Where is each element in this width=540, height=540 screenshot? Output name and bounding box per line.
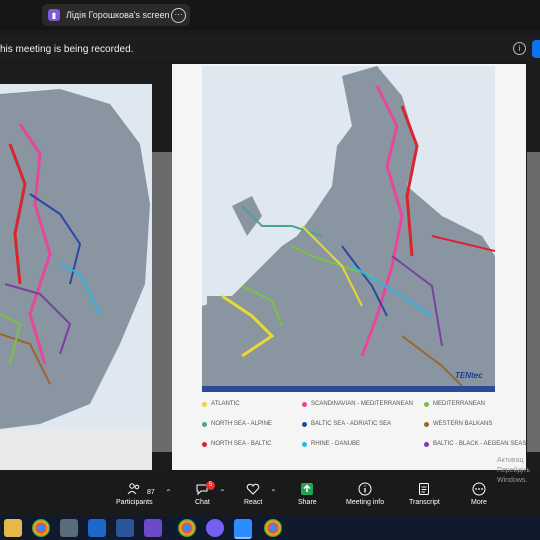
tentec-logo-prefix: TEN bbox=[455, 371, 471, 380]
legend-label: SCANDINAVIAN - MEDITERRANEAN bbox=[311, 401, 413, 407]
legend-item: NORTH SEA - ALPINE bbox=[202, 421, 272, 427]
chat-badge: 5 bbox=[206, 481, 215, 490]
legend-label: ATLANTIC bbox=[211, 401, 240, 407]
calculator-icon[interactable] bbox=[60, 519, 78, 537]
recording-banner-text: his meeting is being recorded. bbox=[0, 43, 134, 55]
info-icon[interactable]: i bbox=[513, 42, 526, 55]
legend-item: BALTIC - BLACK - AEGEAN SEAS bbox=[424, 441, 526, 447]
chrome-icon[interactable] bbox=[32, 519, 50, 537]
participants-icon bbox=[127, 483, 140, 495]
right-page-edge bbox=[527, 152, 540, 452]
legend-color-dot bbox=[302, 441, 307, 447]
legend-item: RHINE - DANUBE bbox=[302, 441, 360, 447]
activation-line-1: Активац bbox=[497, 457, 524, 464]
left-map-image bbox=[0, 84, 152, 429]
more-button[interactable]: More bbox=[471, 482, 487, 506]
window-title-bar: ▮ Лідія Горошкова's screen ⋯ bbox=[0, 0, 540, 30]
zoom-icon[interactable] bbox=[234, 519, 252, 539]
transcript-icon bbox=[419, 483, 430, 495]
legend-color-dot bbox=[202, 401, 207, 407]
viber-icon[interactable] bbox=[206, 519, 224, 537]
legend-label: NORTH SEA - ALPINE bbox=[211, 421, 272, 427]
windows-taskbar bbox=[0, 516, 540, 540]
participants-chevron-up-icon[interactable]: ⌃ bbox=[165, 488, 172, 497]
transcript-label: Transcript bbox=[409, 499, 440, 506]
more-label: More bbox=[471, 499, 487, 506]
recording-banner: his meeting is being recorded. i bbox=[0, 36, 540, 62]
left-document-page bbox=[0, 84, 152, 470]
legend-color-dot bbox=[202, 421, 207, 427]
ten-t-corridors-map bbox=[202, 66, 495, 386]
share-label: Share bbox=[298, 499, 317, 506]
react-button[interactable]: React bbox=[244, 482, 262, 506]
activation-line-3: Windows. bbox=[497, 477, 528, 484]
legend-color-dot bbox=[202, 441, 207, 447]
corridor-legend: ATLANTIC SCANDINAVIAN - MEDITERRANEAN MEDI… bbox=[202, 401, 526, 461]
screen-share-tab-label: Лідія Горошкова's screen bbox=[66, 10, 170, 20]
legend-color-dot bbox=[424, 401, 429, 407]
shared-screen-content: TENtec ATLANTIC SCANDINAVIAN - MEDITERRAN… bbox=[0, 64, 540, 470]
mail-icon[interactable] bbox=[88, 519, 106, 537]
tentec-logo-suffix: tec bbox=[471, 371, 483, 380]
share-button[interactable]: Share bbox=[298, 482, 317, 506]
chrome-window-icon[interactable] bbox=[264, 519, 282, 537]
participants-count: 87 bbox=[147, 489, 155, 496]
legend-color-dot bbox=[424, 421, 429, 427]
meeting-info-label: Meeting info bbox=[346, 499, 385, 506]
tentec-logo: TENtec bbox=[455, 371, 483, 380]
windows-activation-watermark: Активац Перейдіть Windows. bbox=[497, 456, 530, 486]
file-explorer-icon[interactable] bbox=[4, 519, 22, 537]
participants-label: Participants bbox=[116, 499, 153, 506]
more-options-icon[interactable]: ⋯ bbox=[171, 8, 186, 23]
activation-line-2: Перейдіть bbox=[497, 467, 531, 474]
left-page-edge bbox=[152, 152, 172, 452]
transcript-button[interactable]: Transcript bbox=[409, 482, 440, 506]
legend-label: RHINE - DANUBE bbox=[311, 441, 361, 447]
meeting-info-button[interactable]: Meeting info bbox=[346, 482, 384, 506]
chrome-profile-icon[interactable] bbox=[178, 519, 196, 537]
heart-icon bbox=[246, 483, 260, 495]
legend-item: SCANDINAVIAN - MEDITERRANEAN bbox=[302, 401, 413, 407]
share-screen-icon: ▮ bbox=[48, 9, 60, 21]
legend-color-dot bbox=[424, 441, 429, 447]
share-up-arrow-icon bbox=[301, 483, 314, 495]
banner-action-button[interactable] bbox=[532, 40, 540, 58]
meeting-toolbar: Participants 87 ⌃ Chat 5 ⌃ React ⌃ Share… bbox=[0, 480, 540, 516]
legend-label: MEDITERRANEAN bbox=[433, 401, 486, 407]
react-chevron-up-icon[interactable]: ⌃ bbox=[270, 488, 277, 497]
info-circle-icon bbox=[358, 482, 372, 496]
more-icon bbox=[472, 482, 486, 496]
react-label: React bbox=[244, 499, 263, 506]
main-document-page: TENtec ATLANTIC SCANDINAVIAN - MEDITERRAN… bbox=[172, 64, 526, 470]
legend-label: NORTH SEA - BALTIC bbox=[211, 441, 272, 447]
app-icon[interactable] bbox=[144, 519, 162, 537]
word-icon[interactable] bbox=[116, 519, 134, 537]
legend-label: WESTERN BALKANS bbox=[433, 421, 493, 427]
chat-label: Chat bbox=[195, 499, 210, 506]
legend-color-dot bbox=[302, 421, 307, 427]
legend-item: WESTERN BALKANS bbox=[424, 421, 492, 427]
chat-chevron-up-icon[interactable]: ⌃ bbox=[219, 488, 226, 497]
legend-item: NORTH SEA - BALTIC bbox=[202, 441, 271, 447]
legend-label: BALTIC SEA - ADRIATIC SEA bbox=[311, 421, 392, 427]
legend-color-dot bbox=[302, 401, 307, 407]
screen-share-tab[interactable]: ▮ Лідія Горошкова's screen ⋯ bbox=[42, 4, 190, 26]
legend-item: ATLANTIC bbox=[202, 401, 240, 407]
map-footer-bar bbox=[202, 386, 495, 392]
legend-item: MEDITERRANEAN bbox=[424, 401, 485, 407]
legend-label: BALTIC - BLACK - AEGEAN SEAS bbox=[433, 441, 527, 447]
legend-item: BALTIC SEA - ADRIATIC SEA bbox=[302, 421, 391, 427]
